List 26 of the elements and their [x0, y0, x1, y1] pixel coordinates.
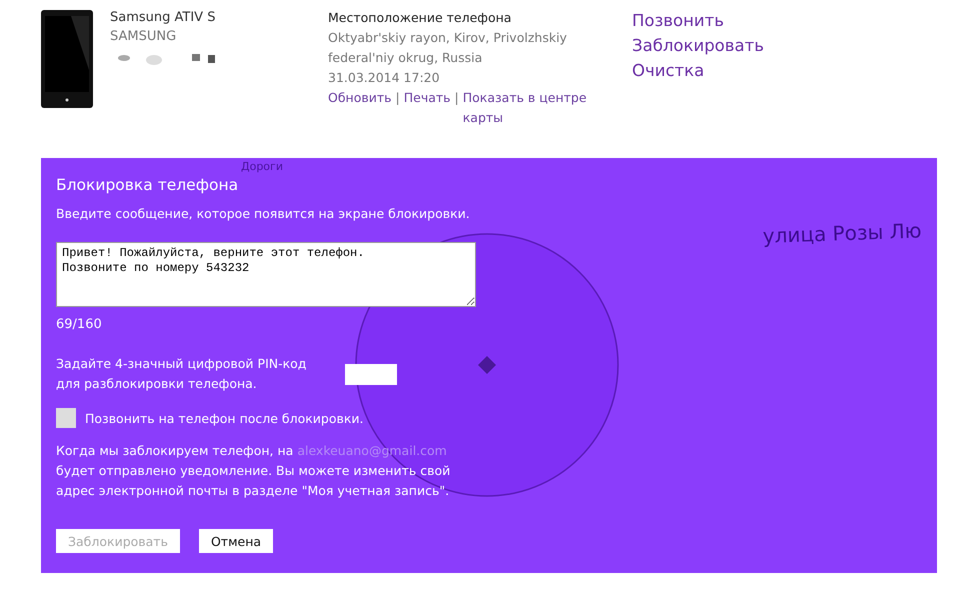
pin-field[interactable]: [345, 364, 397, 384]
dialog-button[interactable]: Отмена: [198, 529, 274, 553]
location-timestamp: 31.03.2014 17:20: [328, 69, 441, 87]
location-heading: Местоположение телефона: [328, 9, 512, 27]
map-street-label: улица Розы Лю: [762, 218, 922, 248]
location-link[interactable]: Печать: [404, 88, 451, 108]
pin-label: Задайте 4-значный цифровой PIN-код для разблокировки телефона.: [56, 355, 308, 393]
map-style-label: Дороги: [241, 160, 283, 173]
location-address: Oktyabr'skiy rayon, Kirov, Privolzhskiy federal'niy okrug, Russia: [328, 29, 568, 67]
dialog-instruction: Введите сообщение, которое появится на экране блокировки.: [56, 206, 470, 221]
location-link[interactable]: Обновить: [328, 88, 392, 108]
location-link[interactable]: Показать в центре карты: [462, 88, 588, 128]
character-counter: 69/160: [56, 317, 102, 332]
action-link[interactable]: Позвонить: [632, 8, 764, 33]
call-checkbox[interactable]: [56, 408, 76, 428]
dialog-title: Блокировка телефона: [56, 175, 238, 195]
device-name: Samsung ATIV S: [110, 9, 216, 27]
link-separator: |: [454, 89, 459, 107]
location-pin-icon: [478, 356, 496, 374]
device-maker: SAMSUNG: [110, 28, 178, 46]
phone-icon: [41, 10, 93, 108]
link-separator: |: [396, 89, 400, 107]
call-checkbox-label: Позвонить на телефон после блокировки.: [85, 410, 364, 426]
action-link[interactable]: Очистка: [632, 58, 764, 83]
message-field[interactable]: Привет! Пожайлуйста, верните этот телефон. Позвоните по номеру 543232: [56, 242, 476, 307]
action-link[interactable]: Заблокировать: [632, 33, 764, 58]
